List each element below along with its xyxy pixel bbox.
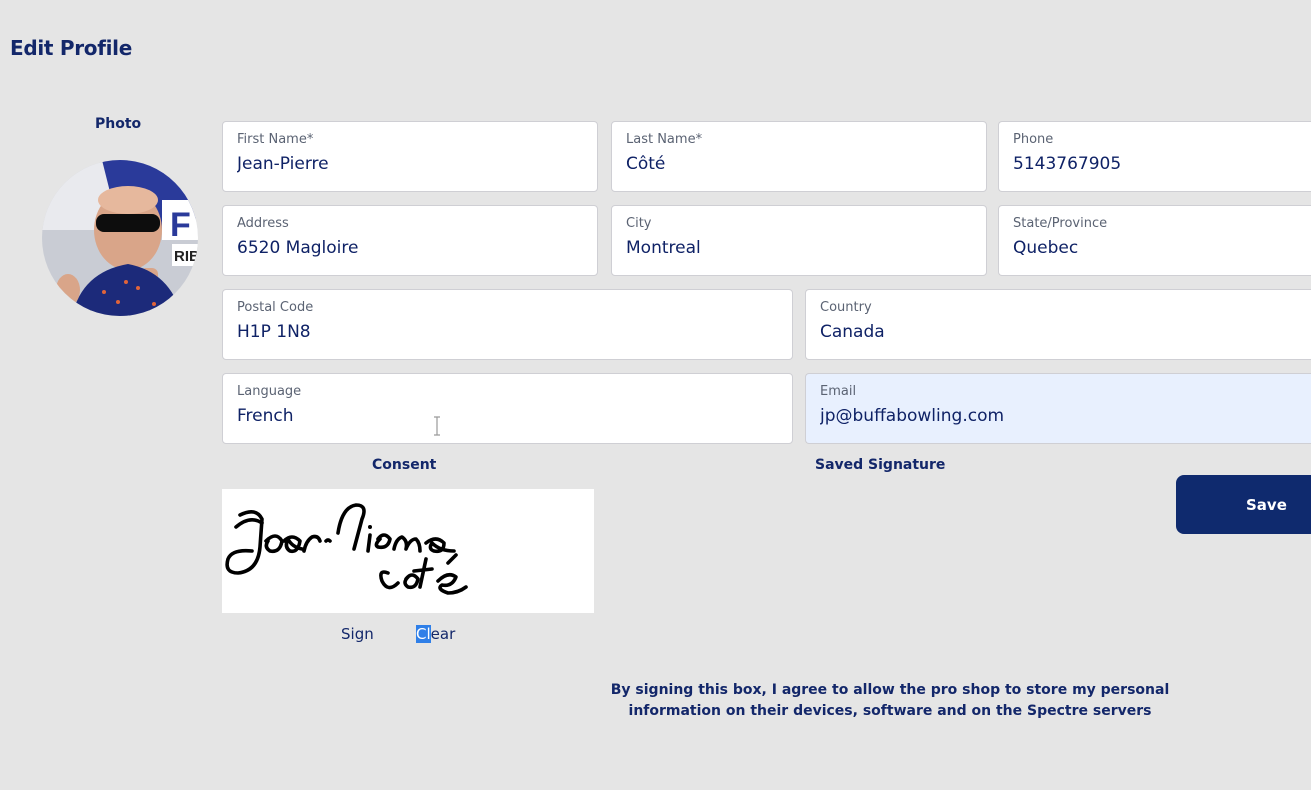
consent-label: Consent: [372, 457, 437, 473]
clipped-header-text: [0, 0, 1311, 6]
postal-code-input[interactable]: [237, 322, 778, 342]
first-name-label: First Name*: [237, 132, 314, 147]
signature-image: [225, 503, 468, 595]
city-input[interactable]: [626, 238, 972, 258]
clear-selected-text: Cl: [416, 625, 431, 643]
state-province-label: State/Province: [1013, 216, 1108, 231]
state-province-input[interactable]: [1013, 238, 1297, 258]
country-field[interactable]: Country: [805, 289, 1311, 360]
first-name-field[interactable]: First Name*: [222, 121, 598, 192]
svg-text:F: F: [170, 206, 191, 244]
postal-code-field[interactable]: Postal Code: [222, 289, 793, 360]
language-field[interactable]: Language: [222, 373, 793, 444]
consent-statement: By signing this box, I agree to allow th…: [610, 682, 1170, 719]
page-title: Edit Profile: [10, 36, 132, 60]
avatar-photo: F RIB: [42, 160, 198, 316]
clear-button[interactable]: Clear: [416, 625, 455, 643]
text-cursor-icon: [432, 416, 442, 440]
phone-input[interactable]: [1013, 154, 1297, 174]
address-input[interactable]: [237, 238, 583, 258]
avatar[interactable]: F RIB: [42, 160, 198, 316]
country-input[interactable]: [820, 322, 1297, 342]
first-name-input[interactable]: [237, 154, 583, 174]
postal-code-label: Postal Code: [237, 300, 314, 315]
address-label: Address: [237, 216, 289, 231]
email-label: Email: [820, 384, 857, 399]
language-label: Language: [237, 384, 302, 399]
save-button[interactable]: Save: [1176, 475, 1311, 534]
saved-signature-label: Saved Signature: [815, 457, 946, 473]
last-name-input[interactable]: [626, 154, 972, 174]
clear-rest-text: ear: [430, 625, 456, 643]
country-label: Country: [820, 300, 872, 315]
email-input[interactable]: [820, 406, 1297, 426]
edit-profile-page: Edit Profile Photo F RIB First Name* Jea…: [0, 0, 1311, 790]
signature-canvas[interactable]: [222, 489, 594, 613]
phone-label: Phone: [1013, 132, 1054, 147]
phone-field[interactable]: Phone: [998, 121, 1311, 192]
photo-label: Photo: [95, 116, 142, 132]
address-field[interactable]: Address: [222, 205, 598, 276]
state-province-field[interactable]: State/Province: [998, 205, 1311, 276]
email-field[interactable]: Email: [805, 373, 1311, 444]
sign-button[interactable]: Sign: [341, 625, 374, 643]
city-field[interactable]: City: [611, 205, 987, 276]
last-name-field[interactable]: Last Name*: [611, 121, 987, 192]
language-input[interactable]: [237, 406, 778, 426]
last-name-label: Last Name*: [626, 132, 703, 147]
city-label: City: [626, 216, 652, 231]
svg-text:RIB: RIB: [174, 248, 198, 265]
